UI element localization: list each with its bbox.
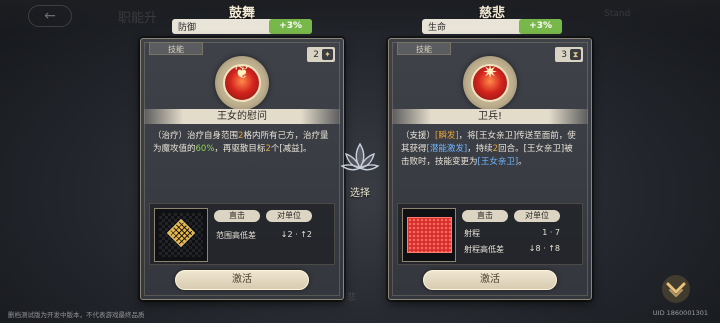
left-stat-bar: 防御 +3%	[172, 19, 312, 34]
right-skill-card[interactable]: 技能 3 ⧗ ✷ 卫兵! （支援）[瞬发]，将[王女亲卫]传送至面前，使其获得[…	[388, 38, 592, 300]
background-tab: Stand	[604, 9, 631, 19]
header-reach: 直击	[462, 210, 508, 222]
desc-highlight: [瞬发]	[435, 131, 459, 141]
row-value: 1 · 7	[542, 228, 560, 237]
header-target: 对单位	[514, 210, 560, 222]
range-grid-thumbnail	[402, 208, 456, 262]
right-range-panel: 直击 对单位 射程 1 · 7 射程高低差 ↓8 · ↑8	[397, 203, 583, 265]
desc-text: ，再驱散目标	[214, 144, 266, 154]
right-stat-value: +3%	[519, 19, 562, 34]
skill-tab-label: 技能	[149, 42, 203, 55]
back-arrow-icon: ←	[44, 8, 56, 24]
header-reach: 直击	[214, 210, 260, 222]
back-button[interactable]: ←	[28, 5, 72, 27]
left-activate-button[interactable]: 激活	[175, 270, 309, 290]
desc-text: （支援）	[401, 131, 436, 141]
left-stat-name: 防御	[178, 23, 197, 33]
desc-highlight: [潜能激发]	[426, 144, 468, 154]
range-grid-thumbnail	[154, 208, 208, 262]
left-skill-card[interactable]: 技能 2 ✦ ❦ 王女的慰问 （治疗）治疗自身范围2格内所有己方，治疗量为魔攻值…	[140, 38, 344, 300]
area-of-effect	[407, 217, 452, 253]
row-value: ↓8 · ↑8	[528, 244, 560, 253]
header-target: 对单位	[266, 210, 312, 222]
desc-text: 个[减益]。	[270, 144, 312, 154]
row-label: 范围高低差	[216, 231, 256, 240]
right-activate-button[interactable]: 激活	[423, 270, 557, 290]
user-id: UID 1860001301	[652, 309, 708, 317]
left-skill-title: 王女的慰问	[144, 109, 340, 124]
chevron-down-icon[interactable]	[660, 273, 692, 305]
left-skill-emblem: ❦	[215, 56, 269, 110]
left-stat-value: +3%	[269, 19, 312, 34]
skill-tab-label: 技能	[397, 42, 451, 55]
row-value: ↓2 · ↑2	[280, 230, 312, 239]
right-skill-description: （支援）[瞬发]，将[王女亲卫]传送至面前，使其获得[潜能激发]，持续2回合。[…	[401, 130, 581, 169]
right-skill-emblem: ✷	[463, 56, 517, 110]
lotus-icon	[340, 142, 380, 171]
right-count-badge: 3 ⧗	[555, 47, 583, 62]
select-label: 选择	[350, 188, 370, 199]
right-skill-title: 卫兵!	[392, 109, 588, 124]
guardian-icon: ✷	[482, 62, 498, 83]
right-count: 3	[561, 49, 567, 60]
footer-disclaimer: 删档测试版为开发中版本，不代表游戏最终品质	[8, 311, 145, 319]
sparkle-icon: ✦	[322, 49, 333, 60]
row-label: 射程高低差	[464, 245, 504, 254]
select-indicator[interactable]: 选择	[334, 138, 386, 200]
right-stat-bar: 生命 +3%	[422, 19, 562, 34]
row-label: 射程	[464, 229, 480, 238]
hourglass-icon: ⧗	[570, 49, 581, 60]
desc-text: （治疗）治疗自身范围	[153, 131, 239, 141]
left-skill-description: （治疗）治疗自身范围2格内所有己方，治疗量为魔攻值的60%，再驱散目标2个[减益…	[153, 130, 333, 156]
desc-text: 。	[518, 157, 527, 167]
left-range-panel: 直击 对单位 范围高低差 ↓2 · ↑2	[149, 203, 335, 265]
phoenix-icon: ❦	[234, 62, 250, 83]
desc-highlight: [王女亲卫]	[477, 157, 519, 167]
background-title: 职能升	[118, 11, 158, 26]
desc-text: ，持续	[467, 144, 493, 154]
desc-highlight: 60%	[195, 144, 215, 154]
left-count-badge: 2 ✦	[307, 47, 335, 62]
left-count: 2	[313, 49, 319, 60]
right-stat-name: 生命	[428, 23, 447, 33]
